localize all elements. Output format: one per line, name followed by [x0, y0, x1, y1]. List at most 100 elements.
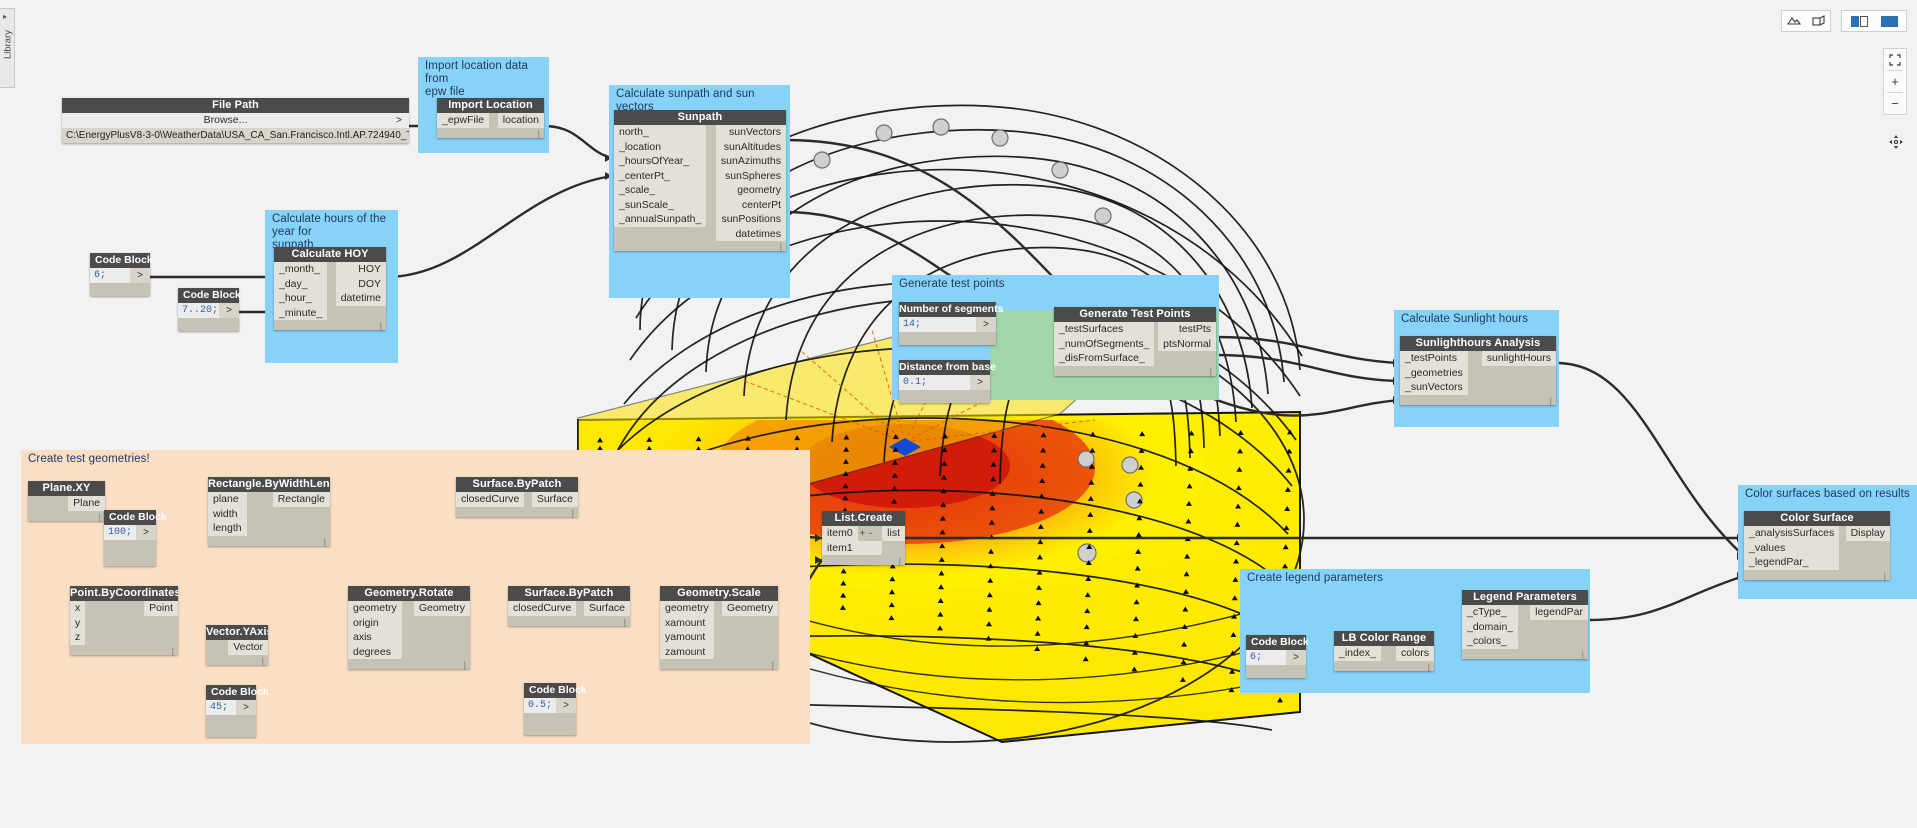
port-surface[interactable]: Surface	[531, 492, 578, 507]
node-surface-by-patch-1[interactable]: Surface.ByPatch closedCurve Surface	[456, 477, 578, 518]
port-width[interactable]: width	[208, 506, 247, 521]
port-sunlighthours[interactable]: sunlightHours	[1481, 351, 1556, 366]
port-y[interactable]: y	[70, 615, 86, 630]
node-rectangle-by-width-length[interactable]: Rectangle.ByWidthLength plane width leng…	[208, 477, 330, 547]
port-rectangle[interactable]: Rectangle	[272, 492, 330, 507]
browse-button-label[interactable]: Browse...	[62, 113, 389, 128]
port-geometry-out[interactable]: Geometry	[721, 601, 778, 616]
dynamo-canvas[interactable]: Import location data from epw file Calcu…	[0, 0, 1917, 828]
zoom-in-icon[interactable]: +	[1884, 71, 1906, 92]
port-geometry-out[interactable]: Geometry	[413, 601, 470, 616]
chevron-right-icon[interactable]: >	[976, 317, 996, 332]
code-block-value[interactable]: 0.5;	[524, 698, 556, 713]
port-surface[interactable]: Surface	[583, 601, 630, 616]
perspective-icon[interactable]	[1806, 12, 1830, 30]
node-point-by-coordinates[interactable]: Point.ByCoordinates x y z Point	[70, 586, 178, 656]
file-path-browse-row[interactable]: Browse... >	[62, 113, 409, 128]
port-display[interactable]: Display	[1845, 526, 1890, 541]
library-panel-tab[interactable]: ▸ Library	[0, 8, 15, 88]
port-epwfile[interactable]: _epwFile	[437, 113, 490, 128]
port-ptsnormal[interactable]: ptsNormal	[1158, 336, 1216, 351]
chevron-right-icon[interactable]: >	[136, 525, 156, 540]
node-code-block-month[interactable]: Code Block 6; >	[90, 253, 153, 296]
node-vector-yaxis[interactable]: Vector.YAxis Vector	[206, 625, 268, 666]
port-day[interactable]: _day_	[274, 276, 328, 291]
port-testsurfaces[interactable]: _testSurfaces	[1054, 322, 1155, 337]
node-code-block-05[interactable]: Code Block 0.5; >	[524, 683, 587, 735]
port-sunaltitudes[interactable]: sunAltitudes	[715, 139, 786, 154]
port-hour[interactable]: _hour_	[274, 291, 328, 306]
port-colors[interactable]: _colors_	[1462, 634, 1519, 649]
zoom-controls[interactable]: + −	[1883, 48, 1907, 115]
node-sunpath[interactable]: Sunpath north_ _location _hoursOfYear_ _…	[614, 110, 786, 252]
node-code-block-100[interactable]: Code Block 100; >	[104, 510, 167, 566]
node-geometry-scale[interactable]: Geometry.Scale geometry xamount yamount …	[660, 586, 778, 670]
node-code-block-hour[interactable]: Code Block 7..20; >	[178, 288, 241, 331]
port-location[interactable]: _location	[614, 139, 707, 154]
code-block-value[interactable]: 6;	[90, 268, 130, 283]
view-mode-toolbar[interactable]	[1781, 10, 1831, 32]
node-generate-test-points[interactable]: Generate Test Points _testSurfaces _numO…	[1054, 307, 1216, 377]
port-numofsegments[interactable]: _numOfSegments_	[1054, 336, 1155, 351]
port-geometry[interactable]: geometry	[348, 601, 402, 616]
port-testpoints[interactable]: _testPoints	[1400, 351, 1468, 366]
node-code-block-45[interactable]: Code Block 45; >	[206, 685, 269, 737]
port-zamount[interactable]: zamount	[660, 644, 714, 659]
node-lb-color-range[interactable]: LB Color Range _index_ colors	[1334, 631, 1434, 672]
chevron-right-icon[interactable]: >	[1286, 650, 1306, 665]
port-minute[interactable]: _minute_	[274, 305, 328, 320]
full-view-icon[interactable]	[1874, 12, 1904, 30]
port-x[interactable]: x	[70, 601, 86, 616]
port-annualsunpath[interactable]: _annualSunpath_	[614, 212, 707, 227]
port-item1[interactable]: item1	[822, 540, 883, 555]
code-block-value[interactable]: 7..20;	[178, 303, 219, 318]
port-yamount[interactable]: yamount	[660, 630, 714, 645]
split-view-icon[interactable]	[1844, 12, 1874, 30]
chevron-right-icon[interactable]: >	[389, 113, 409, 128]
add-input-button[interactable]: +	[858, 528, 867, 538]
zoom-out-icon[interactable]: −	[1884, 93, 1906, 114]
chevron-right-icon[interactable]: >	[219, 303, 239, 318]
port-disfromsurface[interactable]: _disFromSurface_	[1054, 351, 1155, 366]
code-block-value[interactable]: 14;	[899, 317, 976, 332]
node-file-path[interactable]: File Path Browse... > C:\EnergyPlusV8-3-…	[62, 98, 409, 143]
port-ctype[interactable]: _cType_	[1462, 605, 1519, 620]
port-plane[interactable]: Plane	[68, 496, 105, 511]
port-legendpar[interactable]: _legendPar_	[1744, 555, 1840, 570]
port-sunpositions[interactable]: sunPositions	[715, 212, 786, 227]
port-geometry[interactable]: geometry	[715, 183, 786, 198]
port-geometries[interactable]: _geometries	[1400, 365, 1468, 380]
port-sunazimuths[interactable]: sunAzimuths	[715, 154, 786, 169]
port-legendpar[interactable]: legendPar	[1530, 605, 1588, 620]
remove-input-button[interactable]: -	[867, 528, 874, 538]
port-plane[interactable]: plane	[208, 492, 247, 507]
port-sunvectors[interactable]: sunVectors	[715, 125, 786, 140]
pan-orbit-icon[interactable]	[1782, 12, 1806, 30]
node-list-create[interactable]: List.Create item0 + - item1 list	[822, 511, 905, 566]
port-closedcurve[interactable]: closedCurve	[456, 492, 525, 507]
pan-navigation-icon[interactable]	[1885, 130, 1907, 154]
port-hoy[interactable]: HOY	[335, 262, 386, 277]
port-colors[interactable]: colors	[1395, 646, 1434, 661]
layout-toolbar[interactable]	[1841, 10, 1907, 32]
node-import-location[interactable]: Import Location _epwFile location	[437, 98, 544, 139]
port-doy[interactable]: DOY	[335, 276, 386, 291]
code-block-value[interactable]: 45;	[206, 700, 236, 715]
port-north[interactable]: north_	[614, 125, 707, 140]
port-origin[interactable]: origin	[348, 615, 402, 630]
port-point[interactable]: Point	[144, 601, 178, 616]
port-location[interactable]: location	[497, 113, 544, 128]
node-code-block-legend[interactable]: Code Block 6; >	[1246, 635, 1309, 678]
port-hoursofyear[interactable]: _hoursOfYear_	[614, 154, 707, 169]
port-datetimes[interactable]: datetimes	[715, 226, 786, 241]
port-xamount[interactable]: xamount	[660, 615, 714, 630]
port-geometry[interactable]: geometry	[660, 601, 714, 616]
code-block-value[interactable]: 6;	[1246, 650, 1286, 665]
node-surface-by-patch-2[interactable]: Surface.ByPatch closedCurve Surface	[508, 586, 630, 627]
port-closedcurve[interactable]: closedCurve	[508, 601, 577, 616]
port-values[interactable]: _values	[1744, 540, 1840, 555]
port-testpts[interactable]: testPts	[1158, 322, 1216, 337]
port-index[interactable]: _index_	[1334, 646, 1381, 661]
port-axis[interactable]: axis	[348, 630, 402, 645]
chevron-right-icon[interactable]: >	[130, 268, 150, 283]
